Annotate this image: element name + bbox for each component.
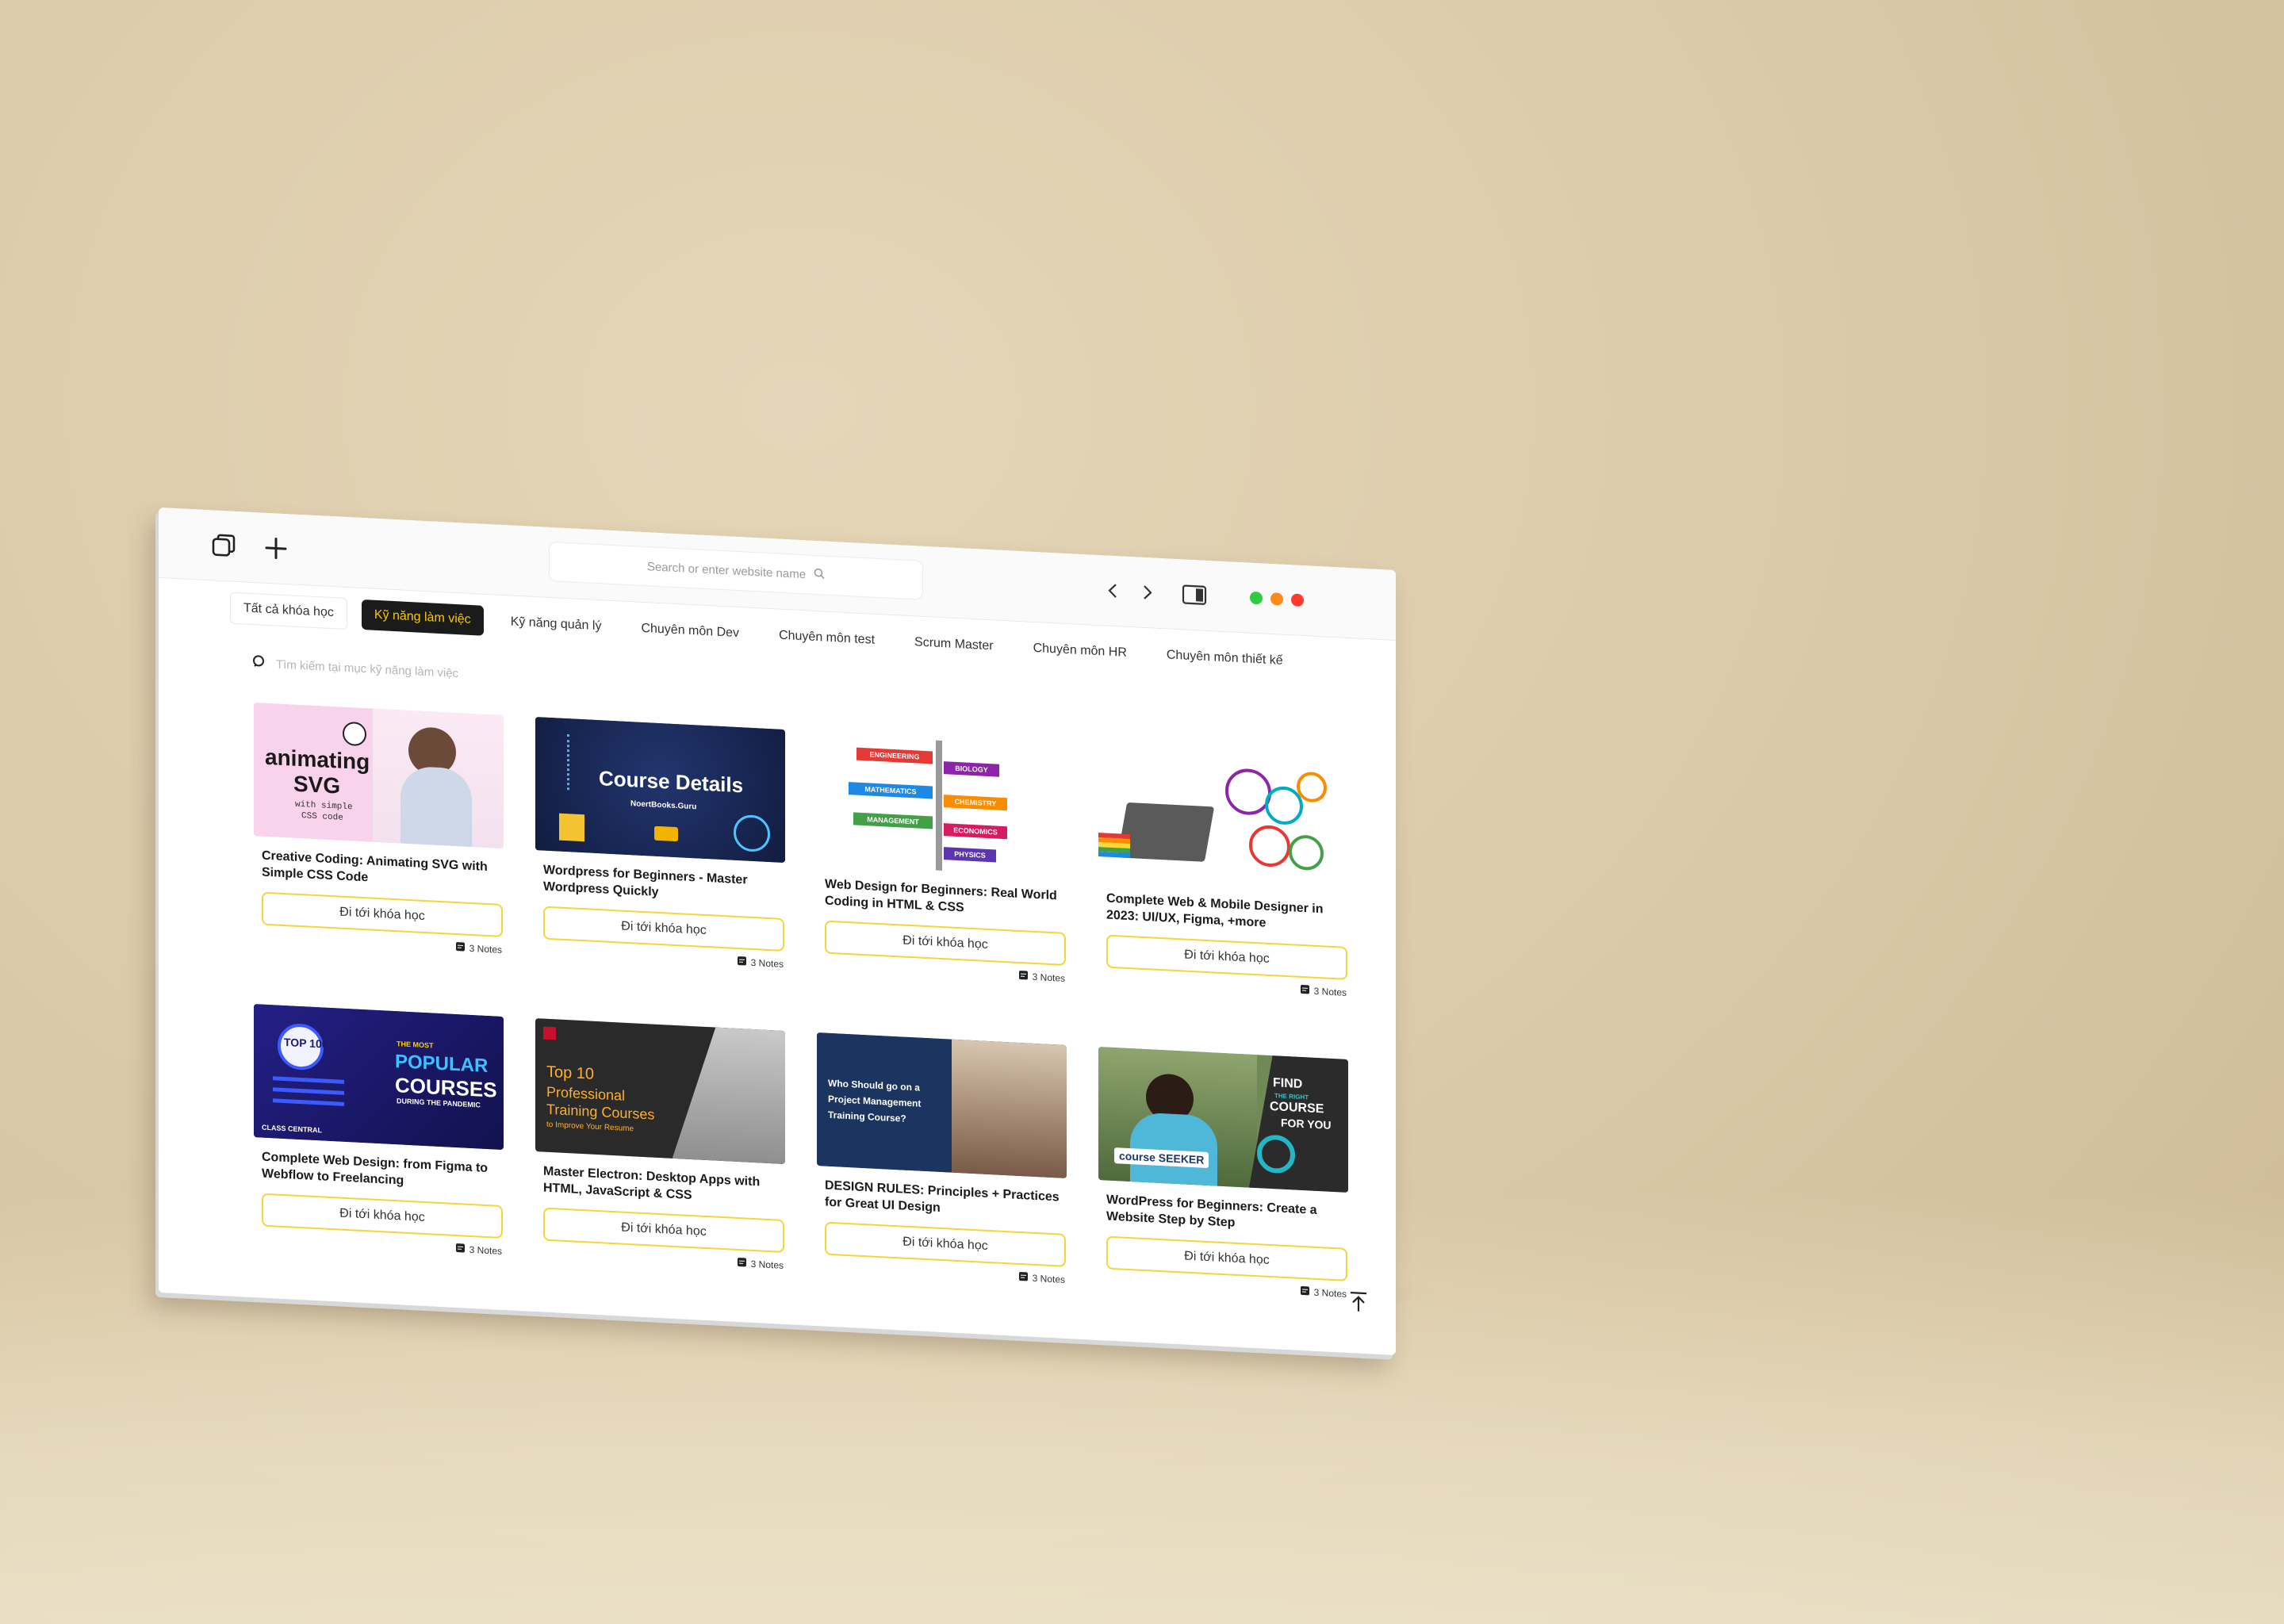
sign: ECONOMICS: [944, 823, 1007, 840]
notes-icon: [737, 1257, 747, 1270]
go-to-course-button[interactable]: Đi tới khóa học: [262, 1193, 503, 1239]
search-icon: [814, 568, 825, 583]
sidebar-toggle-icon[interactable]: [1180, 580, 1209, 610]
notes-icon: [737, 956, 747, 969]
window-close-dot[interactable]: [1291, 593, 1304, 607]
sign: ENGINEERING: [856, 747, 933, 764]
course-card: animating SVG with simple CSS code Creat…: [254, 703, 504, 985]
course-title: Complete Web Design: from Figma to Webfl…: [262, 1150, 489, 1188]
go-to-course-button[interactable]: Đi tới khóa học: [825, 1221, 1066, 1267]
notes-icon: [455, 1243, 466, 1256]
course-thumbnail[interactable]: Top 10 Professional Training Courses to …: [535, 1018, 785, 1165]
notes-label: 3 Notes: [469, 942, 502, 956]
course-search[interactable]: Tìm kiếm tại mục kỹ năng làm việc: [252, 649, 728, 701]
course-thumbnail[interactable]: ENGINEERING BIOLOGY MATHEMATICS CHEMISTR…: [817, 731, 1067, 878]
thumb-text: FOR YOU: [1281, 1116, 1332, 1132]
course-card: ENGINEERING BIOLOGY MATHEMATICS CHEMISTR…: [817, 731, 1067, 1013]
tab-design[interactable]: Chuyên môn thiết kế: [1154, 640, 1296, 677]
notes-icon: [1300, 984, 1310, 998]
course-title: Master Electron: Desktop Apps with HTML,…: [543, 1164, 761, 1203]
notes-label: 3 Notes: [750, 1258, 784, 1271]
address-bar[interactable]: Search or enter website name: [549, 541, 923, 600]
course-title: Web Design for Beginners: Real World Cod…: [825, 877, 1057, 915]
tab-management-skills[interactable]: Kỹ năng quản lý: [498, 607, 615, 642]
sign: PHYSICS: [944, 847, 996, 863]
course-card: Course Details NoertBooks.Guru Wordpress…: [535, 717, 785, 999]
course-thumbnail[interactable]: animating SVG with simple CSS code: [254, 703, 504, 849]
tab-all-courses[interactable]: Tất cả khóa học: [230, 592, 347, 630]
back-icon[interactable]: [1099, 576, 1128, 606]
thumb-text: to Improve Your Resume: [546, 1120, 634, 1134]
tab-dev[interactable]: Chuyên môn Dev: [628, 613, 752, 649]
course-title: WordPress for Beginners: Create a Websit…: [1106, 1193, 1317, 1230]
thumb-text: TOP 100: [284, 1036, 328, 1051]
course-card: TOP 100 THE MOST POPULAR COURSES DURING …: [254, 1004, 504, 1286]
notes-label: 3 Notes: [1032, 1272, 1065, 1285]
course-card: FIND THE RIGHT COURSE FOR YOU course SEE…: [1098, 1047, 1348, 1329]
thumb-text: Top 10: [546, 1063, 595, 1083]
thumb-text: Training Courses: [546, 1101, 655, 1123]
course-card: Who Should go on a Project Management Tr…: [817, 1032, 1067, 1315]
forward-icon[interactable]: [1132, 577, 1161, 607]
browser-window: Search or enter website name Tất cả khóa…: [159, 508, 1396, 1356]
course-card: Complete Web & Mobile Designer in 2023: …: [1098, 745, 1348, 1028]
notes-icon: [1018, 970, 1029, 983]
scroll-to-top-icon[interactable]: [1345, 1288, 1372, 1316]
notes-icon: [1018, 1271, 1029, 1285]
course-grid: animating SVG with simple CSS code Creat…: [254, 703, 1348, 1329]
go-to-course-button[interactable]: Đi tới khóa học: [1106, 934, 1347, 980]
thumb-text: animating: [265, 744, 370, 775]
thumb-text: COURSE: [1270, 1099, 1324, 1116]
go-to-course-button[interactable]: Đi tới khóa học: [1106, 1235, 1347, 1281]
tab-hr[interactable]: Chuyên môn HR: [1021, 633, 1140, 669]
sign: CHEMISTRY: [944, 795, 1007, 811]
sign: MATHEMATICS: [849, 782, 933, 799]
notes-label: 3 Notes: [1032, 971, 1065, 984]
course-thumbnail[interactable]: [1098, 745, 1348, 891]
new-tab-icon[interactable]: [262, 534, 290, 564]
sign: MANAGEMENT: [853, 812, 933, 829]
course-card: Top 10 Professional Training Courses to …: [535, 1018, 785, 1300]
notes-label: 3 Notes: [469, 1243, 502, 1257]
notes-label: 3 Notes: [1313, 1286, 1347, 1300]
tab-test[interactable]: Chuyên môn test: [766, 620, 887, 657]
tab-scrum-master[interactable]: Scrum Master: [902, 626, 1006, 662]
go-to-course-button[interactable]: Đi tới khóa học: [825, 920, 1066, 966]
course-thumbnail[interactable]: Course Details NoertBooks.Guru: [535, 717, 785, 864]
window-minimize-dot[interactable]: [1270, 592, 1283, 606]
course-thumbnail[interactable]: FIND THE RIGHT COURSE FOR YOU course SEE…: [1098, 1047, 1348, 1193]
sign: BIOLOGY: [944, 761, 999, 777]
search-input[interactable]: Tìm kiếm tại mục kỹ năng làm việc: [276, 657, 458, 680]
thumb-text: FIND: [1273, 1076, 1303, 1092]
tabs-overview-icon[interactable]: [209, 530, 238, 561]
go-to-course-button[interactable]: Đi tới khóa học: [543, 906, 784, 952]
notes-icon: [1300, 1285, 1310, 1299]
notes-label: 3 Notes: [750, 956, 784, 970]
go-to-course-button[interactable]: Đi tới khóa học: [543, 1207, 784, 1253]
course-title: Wordpress for Beginners - Master Wordpre…: [543, 863, 748, 899]
search-icon: [252, 654, 266, 672]
course-thumbnail[interactable]: Who Should go on a Project Management Tr…: [817, 1032, 1067, 1179]
course-title: Complete Web & Mobile Designer in 2023: …: [1106, 891, 1324, 930]
tab-work-skills[interactable]: Kỹ năng làm việc: [361, 599, 484, 636]
course-title: Creative Coding: Animating SVG with Simp…: [262, 848, 488, 885]
address-placeholder: Search or enter website name: [646, 559, 807, 581]
thumb-text: SVG: [293, 771, 341, 799]
notes-label: 3 Notes: [1313, 985, 1347, 998]
notes-icon: [455, 941, 466, 955]
window-zoom-dot[interactable]: [1250, 591, 1263, 605]
go-to-course-button[interactable]: Đi tới khóa học: [262, 891, 503, 937]
course-thumbnail[interactable]: TOP 100 THE MOST POPULAR COURSES DURING …: [254, 1004, 504, 1151]
course-title: DESIGN RULES: Principles + Practices for…: [825, 1178, 1060, 1215]
